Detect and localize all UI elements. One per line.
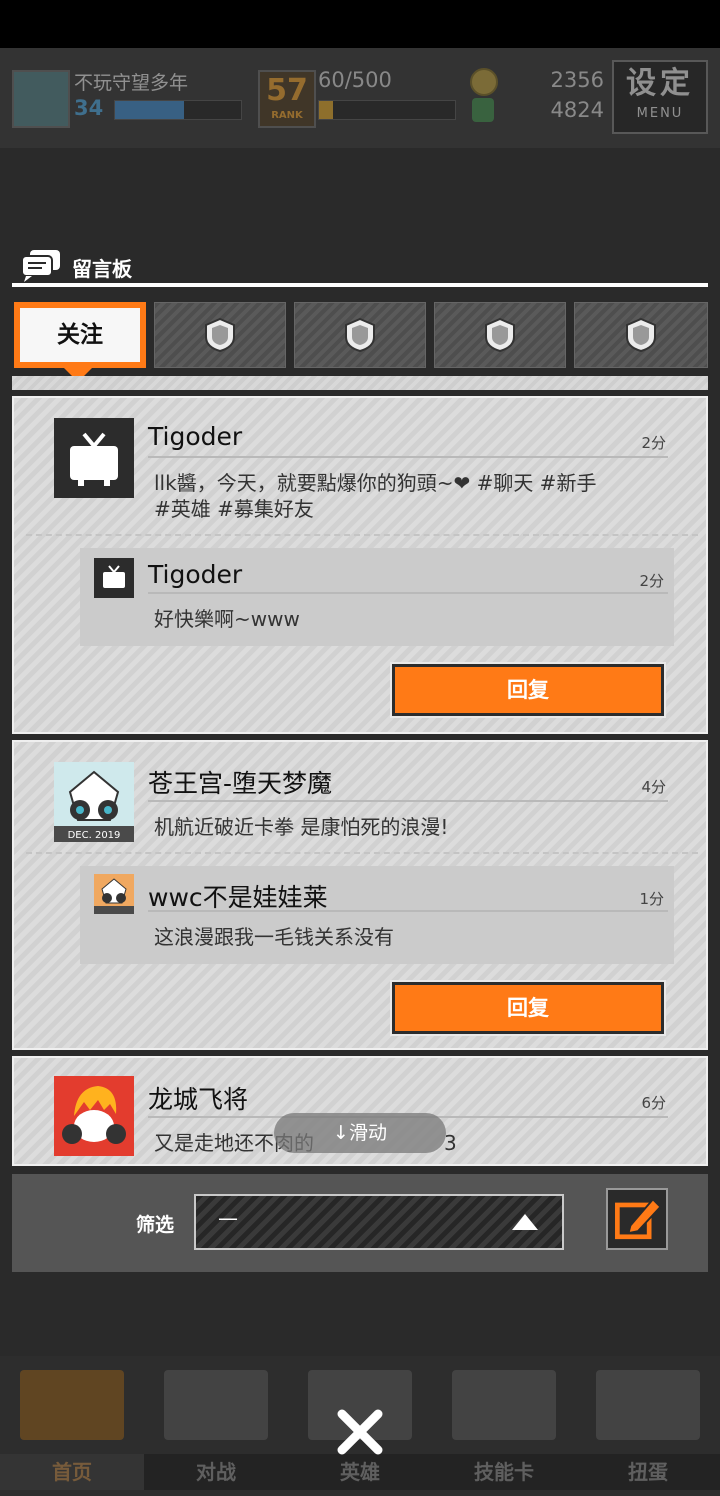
- filter-dropdown[interactable]: —: [194, 1194, 564, 1250]
- post-message-line: #英雄 #募集好友: [154, 497, 314, 521]
- message-board-icon: [21, 250, 60, 282]
- post-card: Tigoder 2分 llk醬，今天，就要點爆你的狗頭~❤ #聊天 #新手 #英…: [12, 396, 708, 734]
- reply-author[interactable]: Tigoder: [148, 560, 242, 589]
- player-name: 不玩守望多年: [74, 72, 189, 94]
- reply-message: 这浪漫跟我一毛钱关系没有: [154, 925, 394, 949]
- stamina-bar: [318, 100, 456, 120]
- avatar-badge-text: DEC. 2019: [68, 830, 121, 841]
- stamina-bar-fill: [319, 101, 333, 119]
- robot-avatar-icon: [94, 874, 134, 914]
- dropdown-arrow-icon: [512, 1214, 538, 1230]
- xp-bar-fill: [115, 101, 185, 119]
- post-avatar[interactable]: [54, 418, 134, 498]
- capsule-icon: [596, 1370, 700, 1440]
- post-divider: [148, 800, 668, 802]
- rank-number: 57: [266, 73, 308, 108]
- post-avatar[interactable]: DEC. 2019: [54, 762, 134, 842]
- tab-locked-1[interactable]: [154, 302, 286, 368]
- orange-hair-avatar-icon: [54, 1076, 134, 1156]
- edit-icon: [615, 1197, 662, 1240]
- compose-button[interactable]: [606, 1188, 668, 1250]
- feed-top-strip: [12, 376, 708, 390]
- reply-avatar[interactable]: [94, 558, 134, 598]
- post-author[interactable]: 龙城飞将: [148, 1080, 248, 1116]
- reply-author[interactable]: wwc不是娃娃莱: [148, 878, 328, 914]
- post-message-line: llk醬，今天，就要點爆你的狗頭~❤ #聊天 #新手: [154, 471, 597, 495]
- reply-box: wwc不是娃娃莱 1分 这浪漫跟我一毛钱关系没有: [80, 866, 674, 964]
- shield-icon: [345, 317, 375, 353]
- menu-button[interactable]: 设定 MENU: [612, 60, 708, 134]
- nav-home-label: 首页: [0, 1454, 144, 1490]
- nav-gacha[interactable]: 扭蛋: [576, 1360, 720, 1490]
- coin-count: 2356: [550, 68, 604, 92]
- menu-sub: MENU: [636, 106, 684, 121]
- reply-time: 2分: [639, 572, 664, 590]
- reply-box: Tigoder 2分 好快樂啊~www: [80, 548, 674, 646]
- nav-home[interactable]: 首页: [0, 1360, 144, 1490]
- nav-battle-label: 对战: [144, 1454, 288, 1490]
- robot-avatar-icon: DEC. 2019: [54, 762, 134, 842]
- tab-locked-3[interactable]: [434, 302, 566, 368]
- reply-time: 1分: [639, 890, 664, 908]
- tv-icon: [103, 565, 125, 588]
- return-icon: [20, 1370, 124, 1440]
- tab-locked-2[interactable]: [294, 302, 426, 368]
- coin-icon: [470, 68, 498, 96]
- tab-follow[interactable]: 关注: [14, 302, 146, 368]
- header-divider: [12, 283, 708, 287]
- shield-icon: [205, 317, 235, 353]
- dashed-divider: [26, 534, 698, 536]
- reply-button[interactable]: 回复: [390, 662, 666, 718]
- rank-label: RANK: [271, 110, 303, 121]
- post-message: llk醬，今天，就要點爆你的狗頭~❤ #聊天 #新手 #英雄 #募集好友: [154, 470, 674, 522]
- cards-icon: [452, 1370, 556, 1440]
- xp-bar: [114, 100, 242, 120]
- filter-label: 筛选: [136, 1214, 175, 1236]
- post-divider: [148, 456, 668, 458]
- filter-value: —: [218, 1206, 238, 1230]
- nav-gacha-label: 扭蛋: [576, 1454, 720, 1490]
- status-bar: [0, 0, 720, 48]
- post-time: 2分: [641, 434, 666, 452]
- reply-divider: [148, 910, 668, 912]
- tv-icon: [70, 432, 118, 486]
- shield-icon: [485, 317, 515, 353]
- nav-skill-cards-label: 技能卡: [432, 1454, 576, 1490]
- nav-battle[interactable]: 对战: [144, 1360, 288, 1490]
- post-author[interactable]: Tigoder: [148, 422, 242, 451]
- rank-badge: 57 RANK: [258, 70, 316, 128]
- menu-title: 设定: [626, 66, 694, 101]
- tab-follow-label: 关注: [57, 322, 103, 348]
- post-time: 4分: [641, 778, 666, 796]
- post-avatar[interactable]: [54, 1076, 134, 1156]
- post-author[interactable]: 苍王宫-堕天梦魔: [148, 764, 332, 800]
- reply-message: 好快樂啊~www: [154, 607, 300, 631]
- tab-locked-4[interactable]: [574, 302, 708, 368]
- post-time: 6分: [641, 1094, 666, 1112]
- reply-divider: [148, 592, 668, 594]
- stamina-text: 60/500: [318, 68, 392, 92]
- dashed-divider: [26, 852, 698, 854]
- post-card: DEC. 2019 苍王宫-堕天梦魔 4分 机航近破近卡拳 是康怕死的浪漫! w…: [12, 740, 708, 1050]
- post-message: 机航近破近卡拳 是康怕死的浪漫!: [154, 815, 449, 839]
- gem-count: 4824: [550, 98, 604, 122]
- player-avatar: [12, 70, 70, 128]
- reply-avatar[interactable]: [94, 874, 134, 914]
- reply-button[interactable]: 回复: [390, 980, 666, 1036]
- nav-skill-cards[interactable]: 技能卡: [432, 1360, 576, 1490]
- player-level: 34: [74, 96, 104, 120]
- shield-icon: [626, 317, 656, 353]
- gamepad-icon: [164, 1370, 268, 1440]
- scroll-hint: ↓滑动: [274, 1113, 446, 1153]
- board-title: 留言板: [72, 257, 132, 281]
- close-icon[interactable]: [330, 1402, 390, 1462]
- gem-icon: [472, 98, 494, 122]
